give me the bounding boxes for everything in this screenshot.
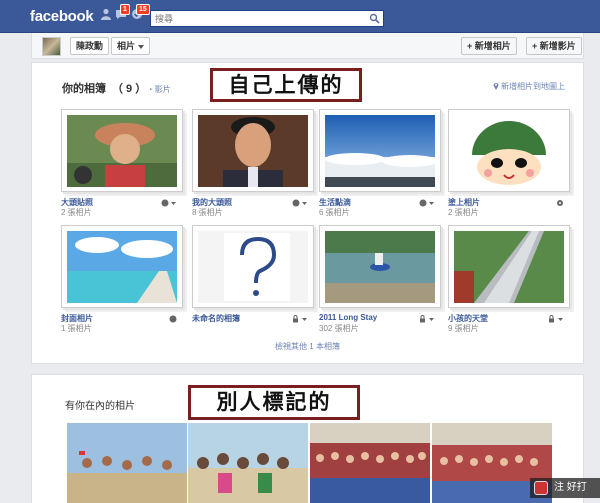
map-pin-icon	[493, 83, 499, 90]
photos-menu-button[interactable]: 相片	[111, 37, 151, 55]
messages-badge: 1	[120, 4, 130, 15]
album-photo-count: 8 張相片	[192, 208, 223, 217]
album-cover[interactable]	[192, 225, 314, 308]
add-photos-to-map-link[interactable]: 新增相片到地圖上	[493, 81, 565, 92]
albums-section-title: 你的相簿 （ 9 ） ・影片	[62, 80, 171, 96]
gear-icon[interactable]	[548, 198, 564, 206]
album-cover[interactable]	[319, 109, 441, 192]
album-cover-image	[325, 115, 435, 187]
lock-icon[interactable]	[548, 314, 564, 323]
watermark-text: 注 好打	[554, 482, 587, 493]
album-photo-count: 2 張相片	[448, 208, 479, 217]
view-more-albums-link[interactable]: 檢視其他 1 本相簿	[32, 341, 583, 352]
album-cover-image	[325, 231, 435, 303]
album-photo-count: 1 張相片	[61, 324, 92, 333]
friend-requests-icon[interactable]	[100, 8, 112, 20]
facebook-logo[interactable]: facebook	[30, 8, 94, 25]
privacy-public-icon[interactable]	[292, 198, 308, 207]
profile-name-button[interactable]: 陳政勳	[70, 37, 110, 55]
album-photo-count: 302 張相片	[319, 324, 359, 333]
album-cover[interactable]	[448, 225, 570, 308]
lock-icon[interactable]	[419, 314, 435, 323]
tagged-photo[interactable]	[310, 423, 430, 503]
watermark-logo-icon	[534, 481, 548, 495]
album-cover[interactable]	[448, 109, 570, 192]
profile-header: 陳政勳 相片 + 新增相片 + 新增影片	[31, 33, 584, 59]
chevron-down-icon	[138, 44, 145, 49]
videos-link[interactable]: ・影片	[147, 85, 171, 94]
album-photo-count: 9 張相片	[448, 324, 479, 333]
tagged-section-title: 有你在內的相片	[65, 401, 135, 412]
album-photo-count: 6 張相片	[319, 208, 350, 217]
album-cover-image	[454, 231, 564, 303]
add-photos-button[interactable]: + 新增相片	[461, 37, 517, 55]
privacy-public-icon[interactable]	[161, 198, 177, 207]
watermark-overlay: 注 好打	[530, 478, 600, 498]
albums-panel: 你的相簿（ 9 ）・影片 新增相片到地圖上 自己上傳的 大頭貼照 2 張相片 我…	[31, 62, 584, 364]
search-box	[150, 10, 384, 27]
albums-title: 你的相簿	[62, 83, 106, 95]
add-video-button[interactable]: + 新增影片	[526, 37, 582, 55]
album-cover-image	[454, 115, 564, 187]
photos-menu-label: 相片	[117, 41, 136, 51]
album-name[interactable]: 2011 Long Stay	[319, 313, 377, 322]
tagged-photos-panel: 有你在內的相片 別人標記的	[31, 374, 584, 503]
tagged-photo[interactable]	[188, 423, 308, 503]
search-icon[interactable]	[369, 13, 380, 24]
album-cover[interactable]	[61, 109, 183, 192]
notifications-badge: 15	[136, 4, 150, 15]
album-cover-image	[198, 115, 308, 187]
own-uploads-annotation: 自己上傳的	[210, 68, 362, 102]
albums-count: （ 9 ）	[112, 83, 141, 95]
map-link-label: 新增相片到地圖上	[501, 82, 565, 91]
avatar[interactable]	[42, 37, 61, 56]
album-cover-image	[67, 115, 177, 187]
privacy-public-icon[interactable]	[419, 198, 435, 207]
tagged-photo[interactable]	[67, 423, 187, 503]
search-input[interactable]	[151, 11, 361, 26]
album-cover-image	[67, 231, 177, 303]
tagged-by-others-annotation: 別人標記的	[188, 385, 360, 420]
album-cover[interactable]	[61, 225, 183, 308]
album-cover[interactable]	[319, 225, 441, 308]
top-navigation-bar: facebook 1 15	[0, 0, 600, 33]
album-cover[interactable]	[192, 109, 314, 192]
album-cover-image	[198, 231, 308, 303]
album-name[interactable]: 未命名的相簿	[192, 313, 240, 324]
album-photo-count: 2 張相片	[61, 208, 92, 217]
lock-icon[interactable]	[292, 314, 308, 323]
privacy-public-icon[interactable]	[161, 314, 177, 323]
